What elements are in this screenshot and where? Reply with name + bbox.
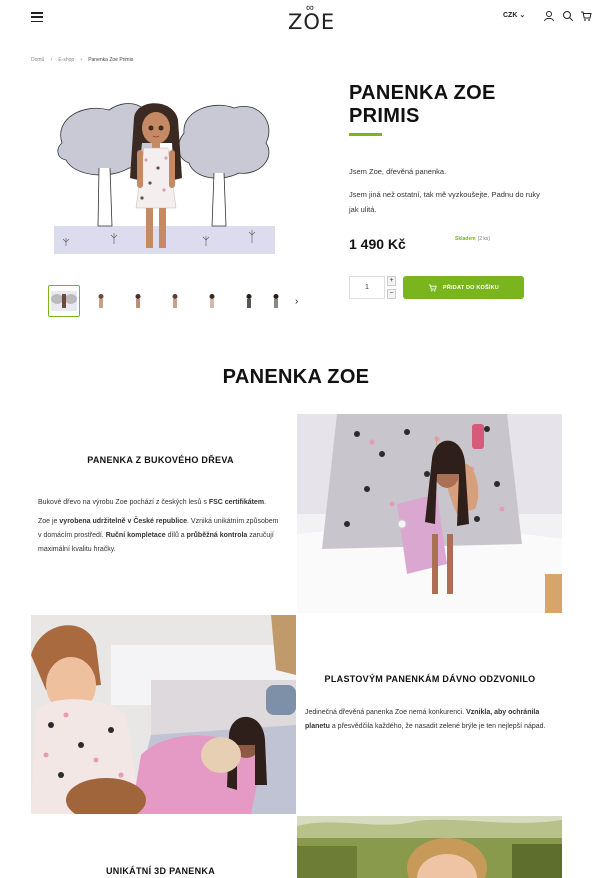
stock-status: Skladem (2 ks) <box>455 236 490 242</box>
thumbnail-2[interactable] <box>85 285 117 317</box>
title-underline <box>349 133 382 136</box>
currency-label: CZK <box>503 12 518 19</box>
photo-girl-holding-doll <box>297 414 562 613</box>
quantity-increase-button[interactable]: + <box>387 276 396 286</box>
feature-paragraph: Zoe je vyrobena udržitelně v České repub… <box>38 518 279 553</box>
cart-icon <box>428 284 437 291</box>
breadcrumb-current: Panenka Zoe Primis <box>88 57 134 63</box>
chevron-down-icon: ⌄ <box>519 12 526 19</box>
thumbnail-strip <box>48 285 287 317</box>
product-main-image[interactable] <box>54 98 275 254</box>
chevron-right-icon[interactable]: › <box>295 296 298 307</box>
photo-girl-outdoors <box>297 816 562 878</box>
feature-paragraph: Jedinečná dřevěná panenka Zoe nemá konku… <box>305 709 546 730</box>
search-icon[interactable] <box>562 10 574 22</box>
breadcrumb-eshop[interactable]: E-shop <box>58 57 74 63</box>
product-title: PANENKA ZOE PRIMIS <box>349 82 496 127</box>
feature-heading: UNIKÁTNÍ 3D PANENKA <box>105 866 216 876</box>
stock-label: Skladem <box>455 236 476 242</box>
photo-girl-with-toys <box>31 615 296 814</box>
chevron-right-icon: › <box>80 57 83 63</box>
user-icon[interactable] <box>543 10 555 22</box>
menu-icon[interactable] <box>31 12 43 22</box>
feature-block-beech-wood: PANENKA Z BUKOVÉHO DŘEVA Bukové dřevo na… <box>38 455 283 562</box>
product-price: 1 490 Kč <box>349 236 406 252</box>
feature-paragraph: Bukové dřevo na výrobu Zoe pochází z čes… <box>38 499 267 506</box>
thumbnail-3[interactable] <box>122 285 154 317</box>
logo-text: ZOE <box>288 10 336 34</box>
thumbnail-4[interactable] <box>159 285 191 317</box>
thumbnail-1[interactable] <box>48 285 80 317</box>
quantity-input[interactable]: 1 <box>349 276 385 299</box>
chevron-right-icon: › <box>50 57 53 63</box>
section-title: PANENKA ZOE <box>222 366 370 388</box>
feature-block-3d-doll: UNIKÁTNÍ 3D PANENKA <box>38 866 283 876</box>
breadcrumb-home[interactable]: Domů <box>31 57 44 63</box>
logo[interactable]: ∞ ZOE <box>288 2 342 36</box>
thumbnail-7[interactable] <box>270 285 282 317</box>
add-to-cart-label: PŘIDAT DO KOŠÍKU <box>443 284 499 291</box>
breadcrumb: Domů › E-shop › Panenka Zoe Primis <box>31 57 133 63</box>
feature-heading: PANENKA Z BUKOVÉHO DŘEVA <box>87 455 234 465</box>
description-line: Jsem Zoe, dřevěná panenka. <box>349 167 447 176</box>
thumbnail-6[interactable] <box>233 285 265 317</box>
description-line: Jsem jiná než ostatní, tak mě vyzkoušejt… <box>349 190 540 214</box>
feature-heading: PLASTOVÝM PANENKÁM DÁVNO ODZVONILO <box>324 674 536 684</box>
add-to-cart-button[interactable]: PŘIDAT DO KOŠÍKU <box>403 276 524 299</box>
quantity-decrease-button[interactable]: − <box>387 289 396 299</box>
stock-quantity: (2 ks) <box>477 236 491 242</box>
thumbnail-5[interactable] <box>196 285 228 317</box>
feature-block-plastic-dolls: PLASTOVÝM PANENKÁM DÁVNO ODZVONILO Jedin… <box>305 674 555 739</box>
site-header: ∞ ZOE CZK ⌄ <box>0 0 600 38</box>
currency-select[interactable]: CZK ⌄ <box>503 11 525 19</box>
product-description: Jsem Zoe, dřevěná panenka. Jsem jiná než… <box>349 164 549 225</box>
cart-icon[interactable] <box>580 10 592 22</box>
